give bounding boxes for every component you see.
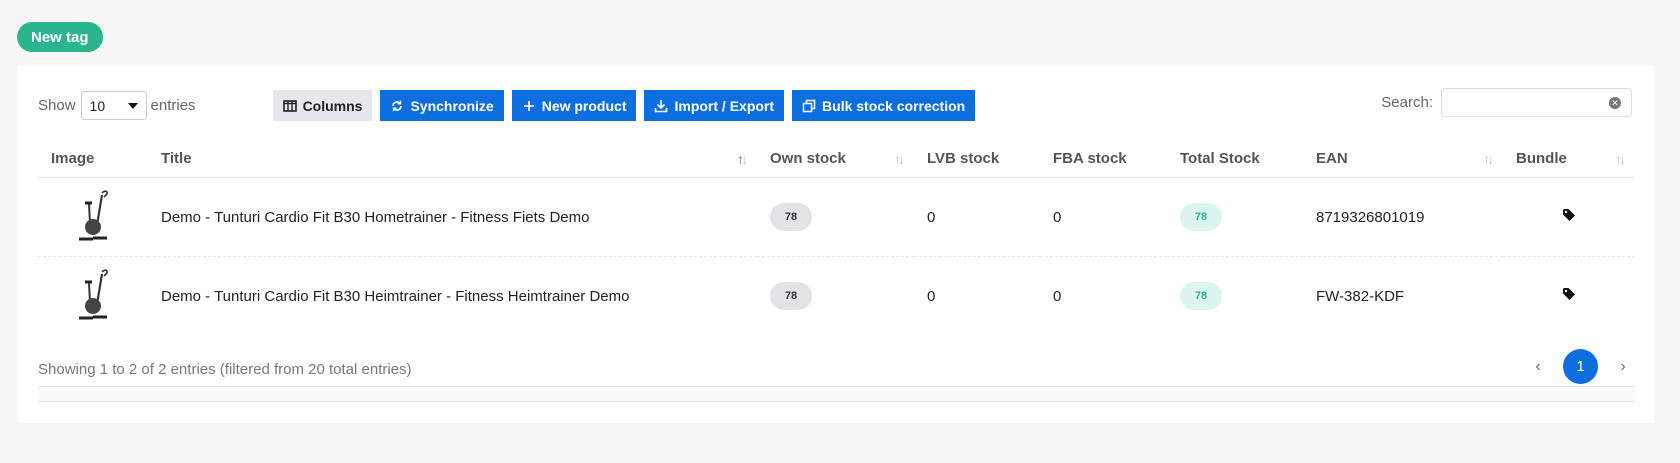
next-page-button[interactable]: › — [1606, 358, 1640, 376]
header-fba-stock-label: FBA stock — [1053, 150, 1127, 167]
entries-select[interactable]: 10 — [80, 91, 147, 120]
copy-icon — [802, 99, 816, 112]
header-bundle[interactable]: Bundle ↑↓ — [1503, 140, 1635, 178]
exercise-bike-image — [79, 190, 108, 241]
header-ean-label: EAN — [1316, 150, 1348, 167]
table-header-row: Image Title ↑↓ Own stock ↑↓ LVB stock FBA … — [38, 140, 1635, 178]
page-1-button[interactable]: 1 — [1563, 349, 1598, 384]
bundle-cell — [1503, 257, 1635, 336]
header-image: Image — [38, 140, 148, 178]
search-label: Search: — [1381, 94, 1433, 111]
header-fba-stock: FBA stock — [1040, 140, 1167, 178]
exercise-bike-image — [79, 269, 108, 320]
entries-select-value: 10 — [89, 97, 106, 114]
new-product-button-label: New product — [541, 97, 627, 114]
header-image-label: Image — [51, 150, 95, 167]
pagination: ‹ 1 › — [1521, 349, 1640, 384]
columns-button[interactable]: Columns — [272, 90, 373, 121]
sort-icon: ↑↓ — [894, 151, 905, 167]
import-export-button-label: Import / Export — [674, 97, 775, 114]
table-row[interactable]: Demo - Tunturi Cardio Fit B30 Heimtraine… — [38, 257, 1635, 336]
header-total-stock-label: Total Stock — [1180, 150, 1260, 167]
show-label: Show — [38, 97, 76, 114]
ean-cell: 8719326801019 — [1303, 177, 1503, 257]
table-info: Showing 1 to 2 of 2 entries (filtered fr… — [38, 361, 412, 378]
product-title[interactable]: Demo - Tunturi Cardio Fit B30 Hometraine… — [148, 177, 757, 257]
own-stock-cell: 78 — [757, 177, 914, 257]
fba-stock-cell: 0 — [1053, 287, 1062, 305]
sort-icon: ↑↓ — [1483, 151, 1494, 167]
columns-button-label: Columns — [302, 97, 363, 114]
products-table: Image Title ↑↓ Own stock ↑↓ LVB stock FBA … — [38, 140, 1635, 335]
lvb-stock-cell: 0 — [927, 287, 936, 305]
search-input[interactable]: ✕ — [1441, 88, 1632, 117]
horizontal-scrollbar[interactable] — [38, 386, 1635, 402]
total-stock-badge: 78 — [1180, 203, 1222, 231]
toolbar: Show 10 entries Columns Synchronize New … — [38, 90, 976, 121]
plus-icon — [523, 100, 534, 111]
own-stock-cell: 78 — [757, 257, 914, 336]
table-row[interactable]: Demo - Tunturi Cardio Fit B30 Hometraine… — [38, 177, 1635, 257]
bulk-stock-correction-button[interactable]: Bulk stock correction — [792, 90, 976, 121]
product-image[interactable] — [38, 177, 148, 257]
columns-icon — [282, 99, 297, 112]
product-title[interactable]: Demo - Tunturi Cardio Fit B30 Heimtraine… — [148, 257, 757, 336]
header-title[interactable]: Title ↑↓ — [148, 140, 757, 178]
header-total-stock: Total Stock — [1167, 140, 1303, 178]
new-tag-button[interactable]: New tag — [17, 22, 103, 52]
fba-stock-cell: 0 — [1040, 177, 1167, 257]
total-stock-badge: 78 — [1180, 282, 1222, 310]
bulk-stock-correction-button-label: Bulk stock correction — [822, 97, 966, 114]
clear-search-icon[interactable]: ✕ — [1609, 97, 1621, 109]
sort-icon: ↑↓ — [1615, 151, 1626, 167]
caret-down-icon — [127, 102, 138, 109]
previous-page-button[interactable]: ‹ — [1521, 358, 1555, 376]
header-ean[interactable]: EAN ↑↓ — [1303, 140, 1503, 178]
entries-label: entries — [150, 97, 196, 114]
header-title-label: Title — [161, 150, 192, 167]
tag-icon — [1563, 209, 1575, 221]
tag-icon — [1563, 288, 1575, 300]
header-lvb-stock-label: LVB stock — [927, 150, 1000, 167]
download-icon — [655, 99, 668, 112]
import-export-button[interactable]: Import / Export — [644, 90, 785, 121]
product-image[interactable] — [38, 257, 148, 336]
total-stock-cell: 78 — [1167, 177, 1303, 257]
ean-cell: FW-382-KDF — [1316, 287, 1405, 305]
new-product-button[interactable]: New product — [511, 90, 637, 121]
own-stock-badge: 78 — [770, 203, 812, 231]
sort-asc-icon: ↑↓ — [737, 151, 748, 167]
total-stock-cell: 78 — [1167, 257, 1303, 336]
header-own-stock[interactable]: Own stock ↑↓ — [757, 140, 914, 178]
bundle-cell — [1503, 177, 1635, 257]
synchronize-button[interactable]: Synchronize — [380, 90, 504, 121]
own-stock-badge: 78 — [770, 282, 812, 310]
header-own-stock-label: Own stock — [770, 150, 846, 167]
header-bundle-label: Bundle — [1516, 150, 1567, 167]
header-lvb-stock: LVB stock — [914, 140, 1040, 178]
sync-icon — [392, 100, 403, 111]
search-area: Search: ✕ — [1381, 88, 1632, 117]
products-card: Show 10 entries Columns Synchronize New … — [17, 66, 1654, 423]
lvb-stock-cell: 0 — [914, 177, 1040, 257]
synchronize-button-label: Synchronize — [410, 97, 494, 114]
